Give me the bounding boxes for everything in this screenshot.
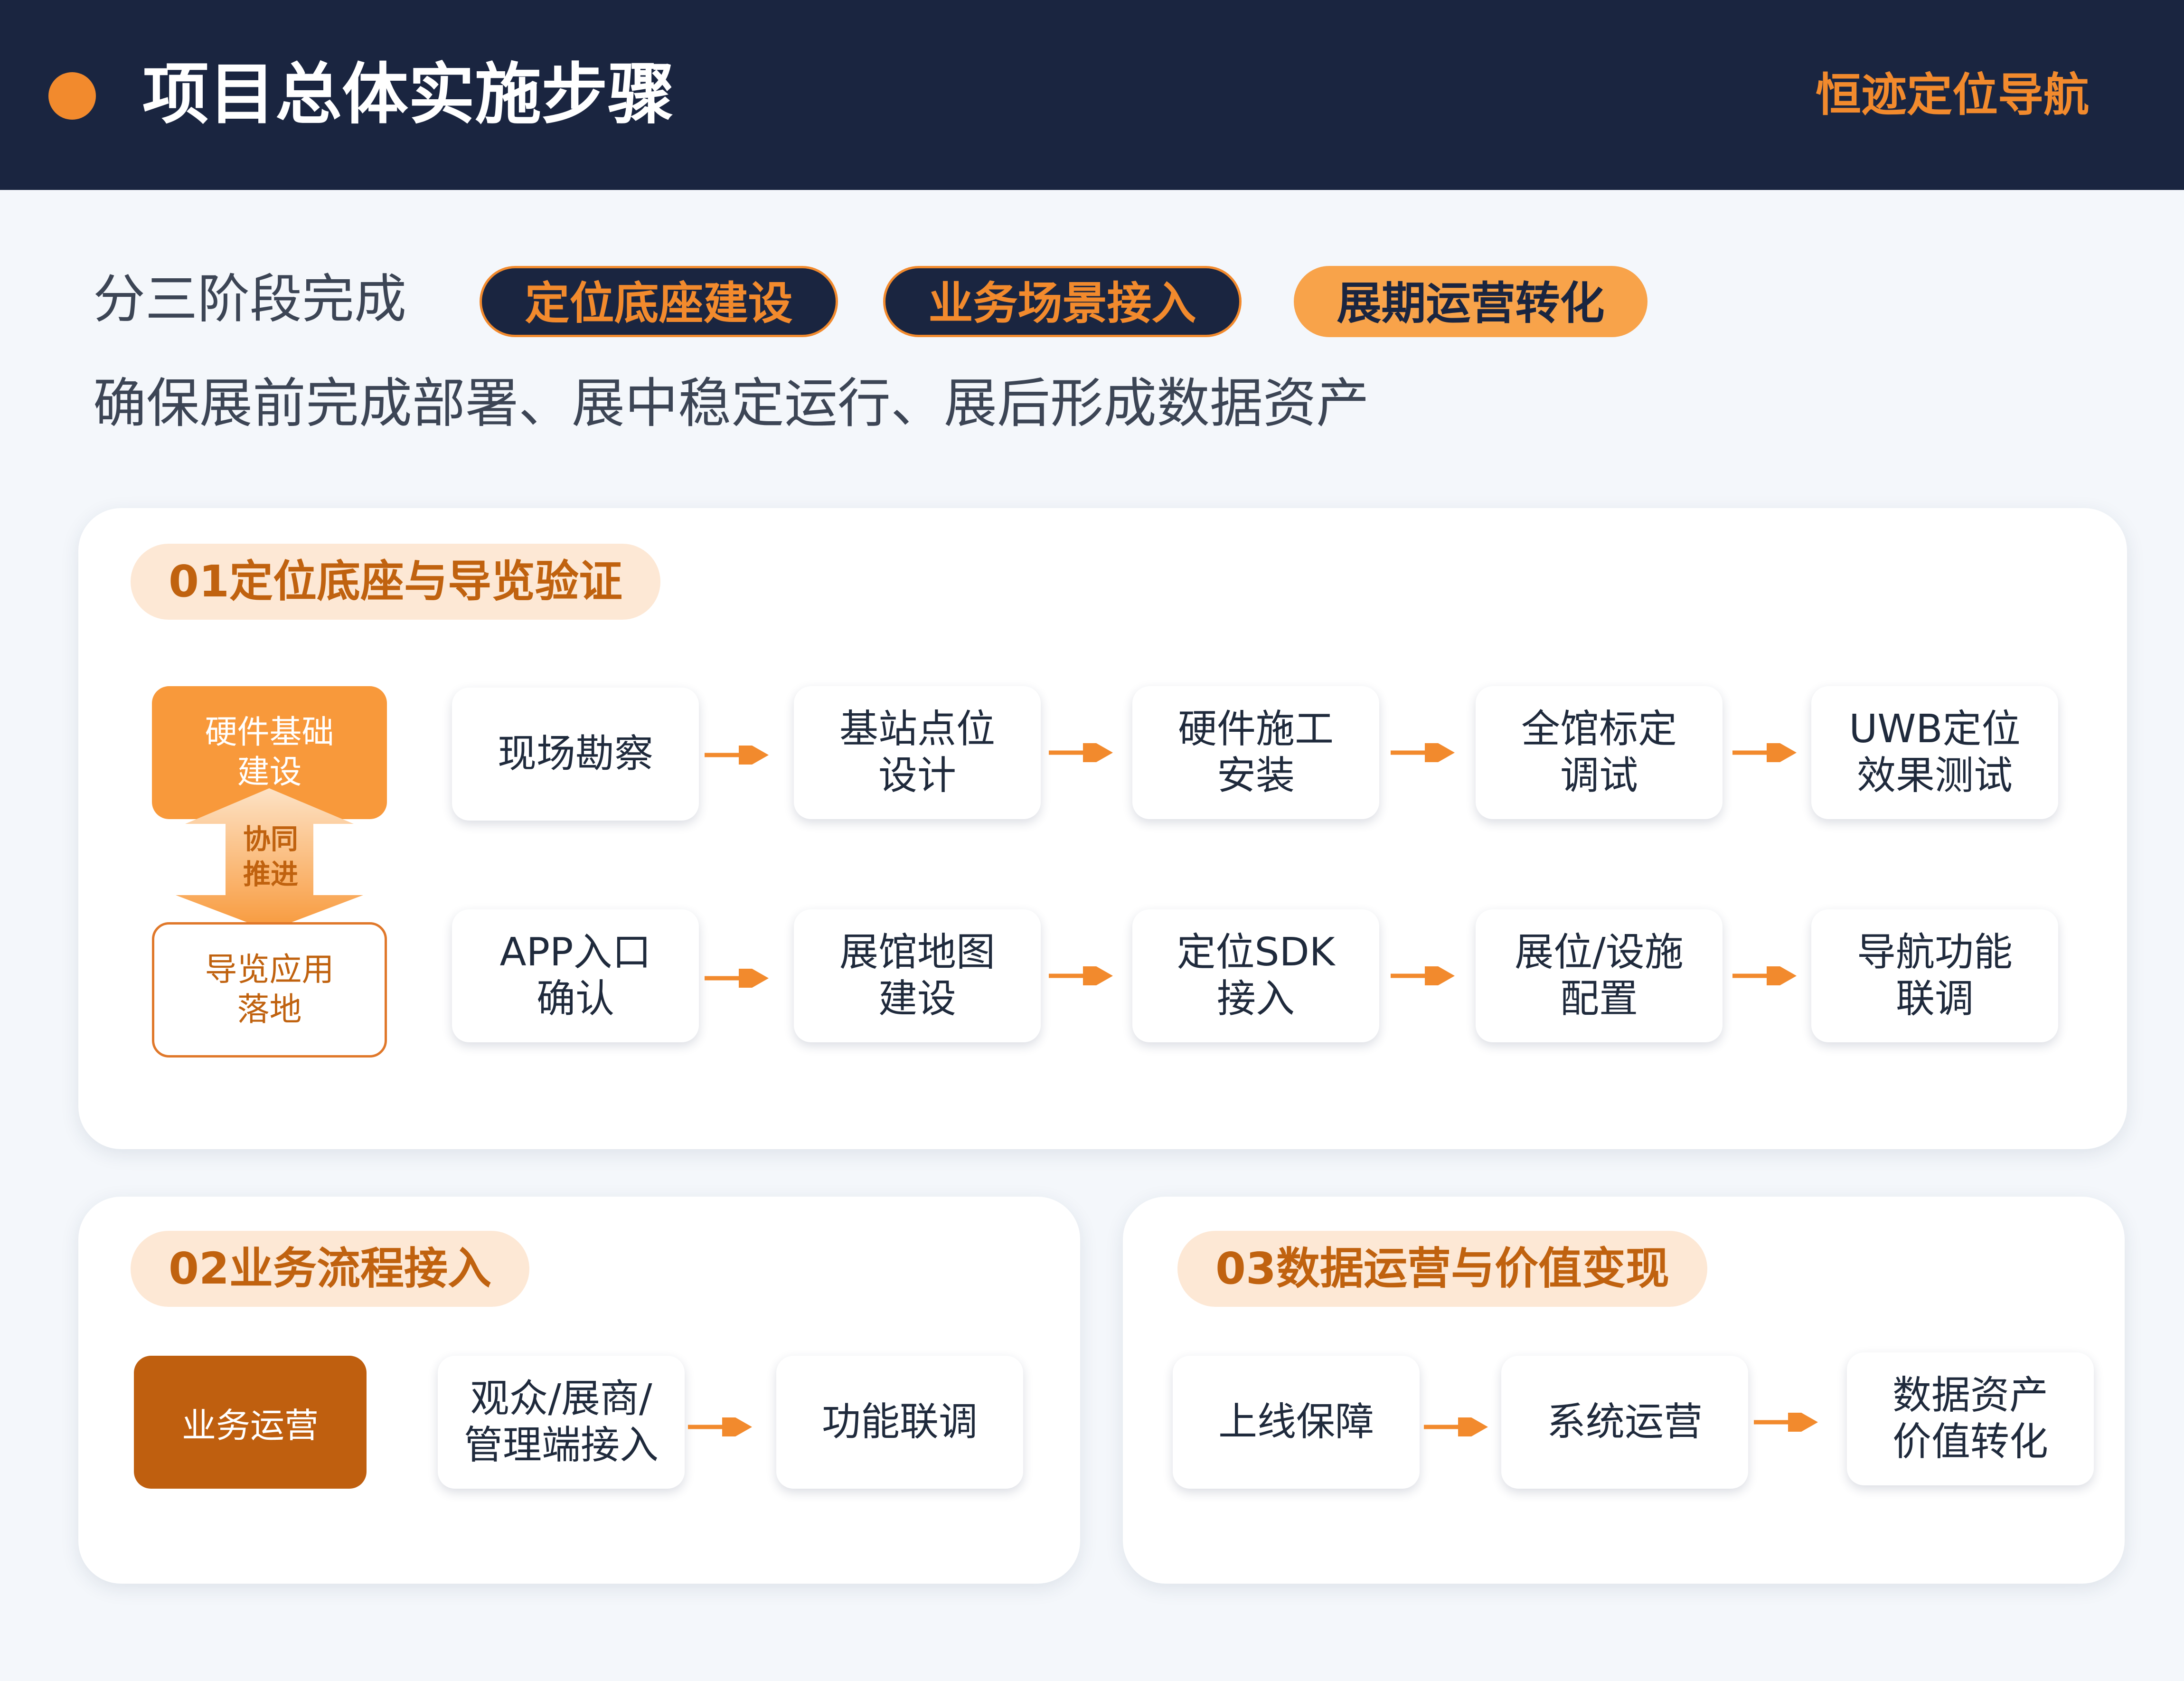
step-uwb-test: UWB定位 效果测试 xyxy=(1811,686,2058,819)
page-title: 项目总体实施步骤 xyxy=(142,56,675,133)
step-label: 定位SDK 接入 xyxy=(1177,930,1335,1021)
step-label: 基站点位 设计 xyxy=(839,707,995,798)
step-hardware-install: 硬件施工 安装 xyxy=(1132,686,1379,819)
arrow-icon xyxy=(1049,743,1113,762)
arrow-icon xyxy=(1391,966,1455,985)
arrow-icon xyxy=(1732,966,1797,985)
business-ops-box: 业务运营 xyxy=(134,1356,367,1489)
arrow-icon xyxy=(1049,966,1113,985)
step-client-integration: 观众/展商/ 管理端接入 xyxy=(438,1356,685,1489)
step-label: 展馆地图 建设 xyxy=(839,930,995,1021)
phase2-tag: 02业务流程接入 xyxy=(131,1231,530,1307)
brand-name: 恒迹定位导航 xyxy=(1816,68,2089,122)
phase1-tag: 01定位底座与导览验证 xyxy=(131,544,661,620)
step-venue-map: 展馆地图 建设 xyxy=(794,909,1041,1042)
step-function-debug: 功能联调 xyxy=(776,1356,1023,1489)
arrow-icon xyxy=(1424,1417,1488,1436)
arrow-icon xyxy=(1391,743,1455,762)
step-calibration: 全馆标定 调试 xyxy=(1476,686,1723,819)
stage-intro-label: 分三阶段完成 xyxy=(93,269,406,330)
step-data-value: 数据资产 价值转化 xyxy=(1847,1352,2094,1485)
step-launch-support: 上线保障 xyxy=(1173,1356,1420,1489)
step-label: 数据资产 价值转化 xyxy=(1892,1373,2048,1464)
guide-app-label: 导览应用 落地 xyxy=(205,951,334,1029)
stage-pill-3: 展期运营转化 xyxy=(1294,266,1647,337)
arrow-icon xyxy=(1754,1413,1818,1432)
step-system-operation: 系统运营 xyxy=(1501,1356,1748,1489)
step-base-station-design: 基站点位 设计 xyxy=(794,686,1041,819)
step-nav-debug: 导航功能 联调 xyxy=(1811,909,2058,1042)
step-label: 展位/设施 配置 xyxy=(1515,930,1684,1021)
step-label: APP入口 确认 xyxy=(499,930,651,1021)
step-label: 系统运营 xyxy=(1546,1399,1703,1445)
phase3-tag: 03数据运营与价值变现 xyxy=(1177,1231,1708,1307)
step-label: 上线保障 xyxy=(1218,1399,1374,1445)
step-label: 导航功能 联调 xyxy=(1856,930,2013,1021)
step-label: 硬件施工 安装 xyxy=(1177,707,1334,798)
step-sdk-integration: 定位SDK 接入 xyxy=(1132,909,1379,1042)
header-bullet-icon xyxy=(48,72,96,120)
stage-pill-2: 业务场景接入 xyxy=(883,266,1242,337)
stage-pill-1: 定位底座建设 xyxy=(480,266,838,337)
guide-app-box: 导览应用 落地 xyxy=(152,922,387,1058)
business-ops-label: 业务运营 xyxy=(181,1405,319,1445)
arrow-icon xyxy=(705,969,769,988)
arrow-icon xyxy=(705,746,769,765)
step-site-survey: 现场勘察 xyxy=(452,688,699,821)
step-label: 全馆标定 调试 xyxy=(1521,707,1677,798)
step-booth-config: 展位/设施 配置 xyxy=(1476,909,1723,1042)
step-label: 功能联调 xyxy=(821,1399,978,1445)
stage-summary: 确保展前完成部署、展中稳定运行、展后形成数据资产 xyxy=(93,373,1369,434)
arrow-icon xyxy=(1732,743,1797,762)
collab-label: 协同 推进 xyxy=(243,823,298,890)
step-app-entry: APP入口 确认 xyxy=(452,909,699,1042)
arrow-icon xyxy=(688,1417,752,1436)
step-label: UWB定位 效果测试 xyxy=(1849,707,2021,798)
step-label: 观众/展商/ 管理端接入 xyxy=(463,1376,659,1468)
step-label: 现场勘察 xyxy=(497,731,653,776)
